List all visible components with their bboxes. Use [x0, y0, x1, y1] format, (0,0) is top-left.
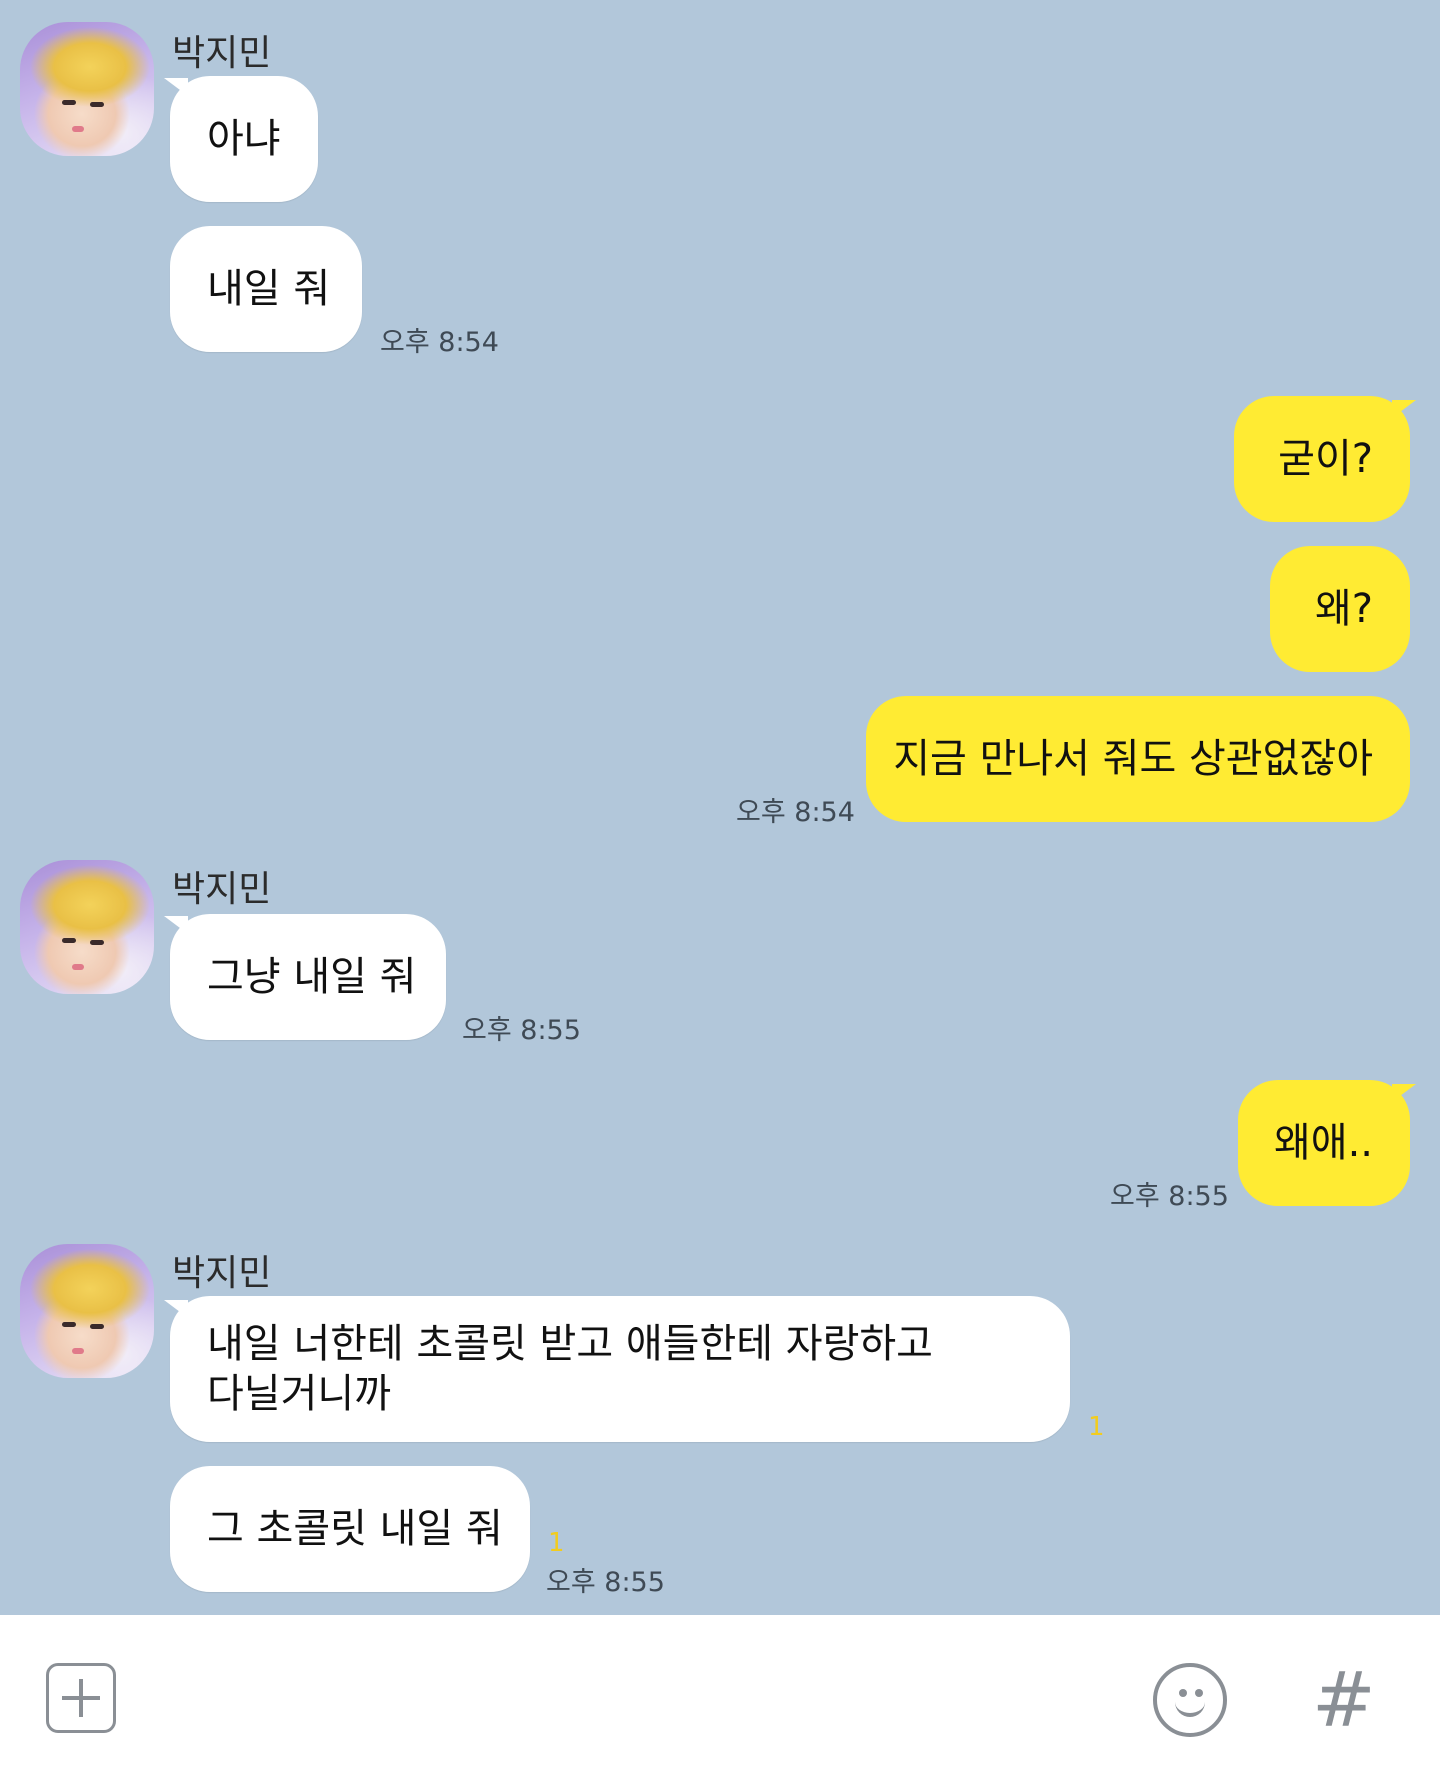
- message-bubble[interactable]: 아냐: [170, 76, 318, 202]
- message-time: 오후 8:55: [546, 1567, 665, 1598]
- message-text: 그 초콜릿 내일 줘: [207, 1506, 503, 1552]
- message-bubble[interactable]: 그냥 내일 줘: [170, 914, 446, 1040]
- my-message-bubble[interactable]: 굳이?: [1234, 396, 1410, 522]
- message-time: 오후 8:55: [1110, 1181, 1229, 1212]
- message-bubble[interactable]: 내일 너한테 초콜릿 받고 애들한테 자랑하고 다닐거니까: [170, 1296, 1070, 1442]
- sender-name: 박지민: [172, 33, 272, 74]
- message-text: 지금 만나서 줘도 상관없잖아: [893, 736, 1373, 782]
- smiley-icon[interactable]: [1153, 1663, 1227, 1737]
- my-message-bubble[interactable]: 왜애..: [1238, 1080, 1410, 1206]
- message-bubble[interactable]: 그 초콜릿 내일 줘: [170, 1466, 530, 1592]
- message-line: 내일 너한테 초콜릿 받고 애들한테 자랑하고: [207, 1321, 933, 1367]
- message-text: 왜애..: [1273, 1120, 1373, 1166]
- avatar-lips: [72, 126, 84, 132]
- avatar-eye: [90, 1324, 104, 1329]
- avatar-eye: [90, 940, 104, 945]
- message-text: 굳이?: [1278, 436, 1373, 482]
- my-message-bubble[interactable]: 지금 만나서 줘도 상관없잖아: [866, 696, 1410, 822]
- profile-avatar[interactable]: [20, 1244, 154, 1378]
- message-bubble[interactable]: 내일 줘: [170, 226, 362, 352]
- message-text: 내일 너한테 초콜릿 받고 애들한테 자랑하고 다닐거니까: [207, 1319, 933, 1419]
- message-time: 오후 8:54: [736, 797, 855, 828]
- chat-area[interactable]: 박지민 아냐 내일 줘 오후 8:54 굳이? 왜? 지금 만나서 줘도 상관없…: [0, 0, 1440, 1615]
- avatar-lips: [72, 964, 84, 970]
- smiley-mouth: [1175, 1695, 1205, 1717]
- sender-name: 박지민: [172, 1253, 272, 1294]
- profile-avatar[interactable]: [20, 860, 154, 994]
- my-message-bubble[interactable]: 왜?: [1270, 546, 1410, 672]
- message-text: 그냥 내일 줘: [207, 954, 417, 1000]
- avatar-eye: [90, 102, 104, 107]
- message-text: 왜?: [1314, 586, 1373, 632]
- message-time: 오후 8:54: [380, 327, 499, 358]
- avatar-eye: [62, 100, 76, 105]
- unread-count: 1: [548, 1528, 565, 1558]
- message-text: 아냐: [207, 116, 281, 162]
- avatar-eye: [62, 1322, 76, 1327]
- plus-square-icon[interactable]: [46, 1663, 116, 1733]
- hash-icon[interactable]: #: [1312, 1655, 1376, 1745]
- message-time: 오후 8:55: [462, 1015, 581, 1046]
- unread-count: 1: [1088, 1412, 1105, 1442]
- profile-avatar[interactable]: [20, 22, 154, 156]
- avatar-eye: [62, 938, 76, 943]
- sender-name: 박지민: [172, 869, 272, 910]
- message-line: 다닐거니까: [207, 1371, 391, 1417]
- avatar-lips: [72, 1348, 84, 1354]
- message-text: 내일 줘: [207, 266, 331, 312]
- input-bar: #: [0, 1615, 1440, 1782]
